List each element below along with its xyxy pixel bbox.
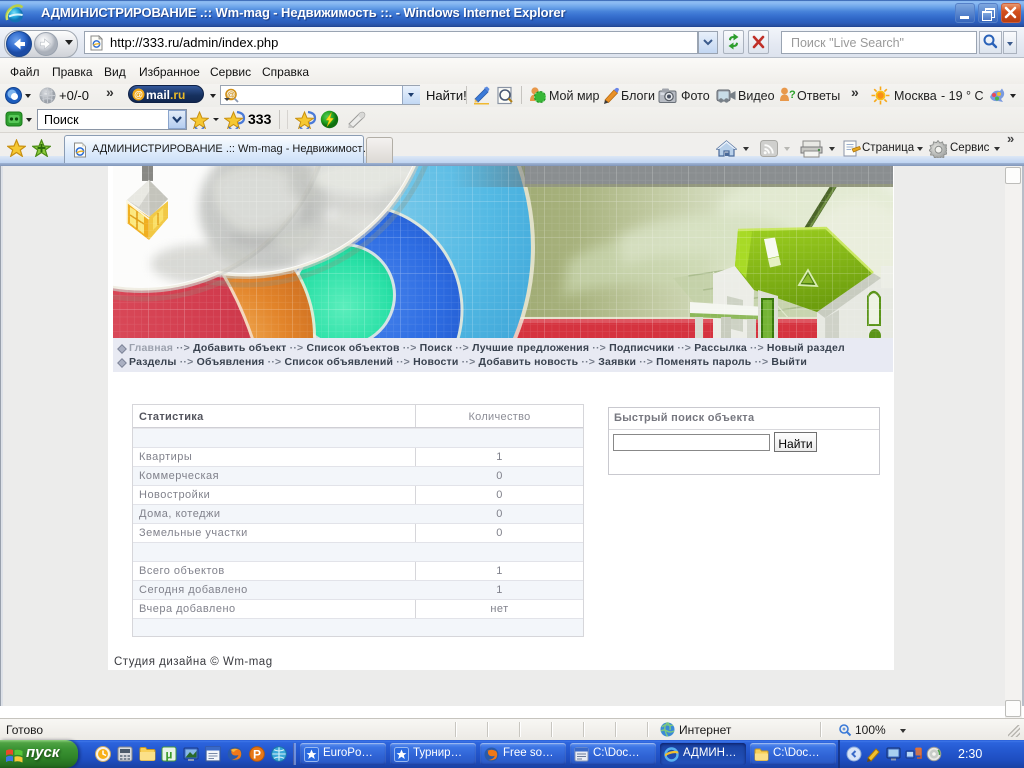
svg-text:µ: µ xyxy=(166,748,173,762)
svg-text:P: P xyxy=(253,748,261,762)
svg-text:@: @ xyxy=(134,90,143,100)
svg-text:?: ? xyxy=(789,89,796,101)
